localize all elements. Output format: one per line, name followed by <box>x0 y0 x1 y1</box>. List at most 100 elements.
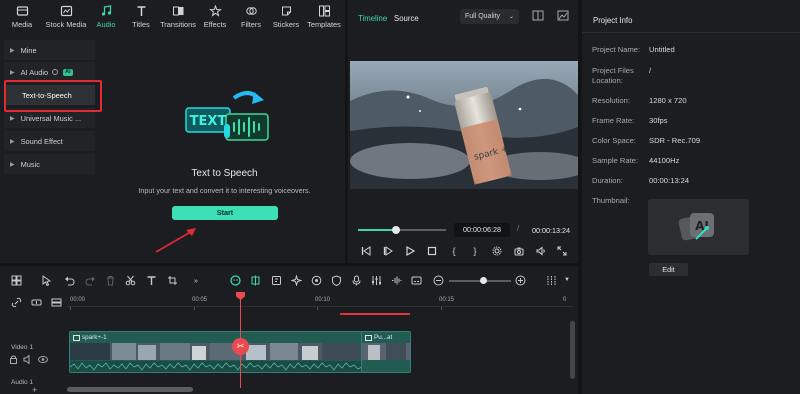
text-tool-button[interactable] <box>145 274 157 286</box>
stop-button[interactable] <box>426 245 438 257</box>
media-panel: Media Stock Media Audio Titles Transitio… <box>0 0 345 263</box>
effects-tool-button[interactable] <box>290 274 302 286</box>
audio-icon <box>101 4 111 16</box>
tts-title: Text to Speech <box>191 168 258 179</box>
timeline-menu-button[interactable]: ▼ <box>561 274 573 286</box>
waveform-icon <box>391 276 401 284</box>
snap-button[interactable] <box>249 274 261 286</box>
start-button[interactable]: Start <box>172 206 278 220</box>
tab-label: Audio <box>96 19 116 29</box>
zoom-out-button[interactable] <box>432 274 444 286</box>
snapshot-icon[interactable] <box>557 10 569 21</box>
eye-icon[interactable] <box>38 356 48 363</box>
sidebar-item-mine[interactable]: ▶ Mine <box>4 40 95 60</box>
video-clip-pu-at[interactable]: Pu...at <box>361 331 411 373</box>
tab-filters[interactable]: Filters <box>234 0 268 33</box>
delete-button[interactable] <box>104 274 116 286</box>
ruler-tick <box>441 307 442 310</box>
video-track-controls[interactable] <box>10 355 50 364</box>
shield-button[interactable] <box>330 274 342 286</box>
tab-label: Templates <box>307 19 341 29</box>
audio-mixer-button[interactable] <box>370 274 382 286</box>
link-button[interactable] <box>10 296 22 308</box>
tab-effects[interactable]: Effects <box>198 0 232 33</box>
marker-button[interactable] <box>270 274 282 286</box>
volume-button[interactable] <box>535 245 547 257</box>
mark-out-button[interactable]: } <box>469 245 481 257</box>
edit-thumbnail-button[interactable]: Edit <box>649 263 688 276</box>
info-value-resolution: 1280 x 720 <box>649 96 687 105</box>
zoom-slider[interactable] <box>449 277 511 284</box>
split-clip-button[interactable]: ✂ <box>232 338 249 355</box>
project-info-panel: Project Info Project Name: Untitled Proj… <box>582 0 800 394</box>
more-tools-button[interactable]: » <box>190 274 202 286</box>
add-track-button[interactable] <box>30 296 42 308</box>
templates-icon <box>318 5 330 16</box>
split-tool-button[interactable] <box>124 274 136 286</box>
stickers-icon <box>281 6 291 15</box>
ai-toggle-button[interactable] <box>229 274 241 286</box>
timeline-ruler[interactable] <box>67 306 573 307</box>
add-audio-track-icon[interactable]: + <box>32 385 37 394</box>
ruler-label: 00:05 <box>192 297 208 303</box>
playhead-handle[interactable] <box>236 292 245 300</box>
settings-button[interactable] <box>491 245 503 257</box>
info-label-thumbnail: Thumbnail: <box>592 196 630 205</box>
subtitle-button[interactable] <box>410 274 422 286</box>
zoom-in-button[interactable] <box>514 274 526 286</box>
scrubber-handle[interactable] <box>391 226 400 234</box>
screenshot-button[interactable] <box>513 245 525 257</box>
info-value-project-location: / <box>649 66 652 75</box>
sidebar-item-label: Mine <box>20 45 37 55</box>
info-icon <box>52 69 59 75</box>
beat-button[interactable] <box>390 274 402 286</box>
tab-timeline[interactable]: Timeline <box>358 14 387 23</box>
zoom-slider-handle[interactable] <box>480 277 488 284</box>
track-manager-button[interactable] <box>50 296 62 308</box>
ai-face-icon <box>229 274 241 286</box>
timeline-grid-button[interactable] <box>545 274 557 286</box>
caret-right-icon: ▶ <box>10 138 15 145</box>
video-clip-spark[interactable]: spark+-1 <box>69 331 363 373</box>
track-label-video: Video 1 <box>11 344 33 351</box>
step-frame-button[interactable] <box>382 245 394 257</box>
sidebar-item-sound-effect[interactable]: ▶ Sound Effect <box>4 131 95 151</box>
sidebar-item-ai-audio[interactable]: ▶ AI Audio AI <box>4 62 95 82</box>
compare-icon[interactable] <box>532 10 544 21</box>
redo-button[interactable] <box>84 274 96 286</box>
previous-frame-button[interactable] <box>360 245 372 257</box>
track-add-icon <box>31 299 41 305</box>
tab-titles[interactable]: Titles <box>124 0 158 33</box>
mark-in-button[interactable]: { <box>448 245 460 257</box>
voice-button[interactable] <box>350 274 362 286</box>
quality-select[interactable]: Full Quality ⌄ <box>460 9 519 24</box>
tab-audio[interactable]: Audio <box>89 0 123 33</box>
crop-icon <box>167 275 177 285</box>
color-button[interactable] <box>310 274 322 286</box>
tab-templates[interactable]: Templates <box>305 0 343 33</box>
tab-stickers[interactable]: Stickers <box>269 0 303 33</box>
divider <box>582 32 800 33</box>
sparkle-icon <box>290 274 302 286</box>
undo-button[interactable] <box>63 274 75 286</box>
caret-right-icon: ▶ <box>10 115 15 122</box>
select-tool-button[interactable] <box>40 274 52 286</box>
tab-source[interactable]: Source <box>394 14 419 23</box>
ruler-label: 0 <box>563 297 567 303</box>
tab-transitions[interactable]: Transitions <box>159 0 197 33</box>
lock-icon[interactable] <box>10 355 17 364</box>
vertical-scrollbar[interactable] <box>570 321 575 379</box>
speaker-icon[interactable] <box>23 355 30 364</box>
play-button[interactable] <box>404 245 416 257</box>
timeline-scrubber[interactable] <box>358 226 446 234</box>
horizontal-scrollbar[interactable] <box>67 387 193 392</box>
tab-stock-media[interactable]: Stock Media <box>44 0 88 33</box>
double-chevron-right-icon: » <box>193 275 199 285</box>
caret-right-icon: ▶ <box>10 47 15 54</box>
fullscreen-button[interactable] <box>556 245 568 257</box>
tab-media[interactable]: Media <box>5 0 39 33</box>
layout-button[interactable] <box>10 274 22 286</box>
sidebar-item-music[interactable]: ▶ Music <box>4 154 95 174</box>
info-value-frame-rate: 30fps <box>649 116 668 125</box>
crop-button[interactable] <box>166 274 178 286</box>
